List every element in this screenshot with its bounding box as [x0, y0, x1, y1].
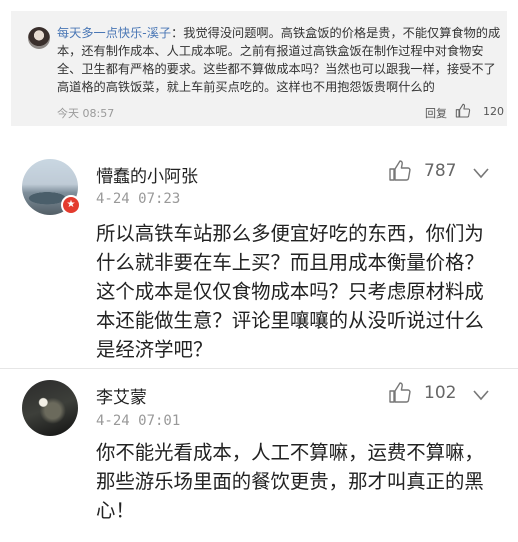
- comment-timestamp: 4-24 07:01: [96, 413, 181, 429]
- quoted-timestamp: 今天 08:57: [57, 107, 115, 120]
- comment-author[interactable]: 懵蠢的小阿张: [96, 162, 198, 187]
- thumbs-up-icon[interactable]: [455, 103, 471, 119]
- thumbs-up-icon[interactable]: [388, 381, 412, 405]
- reply-button[interactable]: 回复: [425, 105, 447, 121]
- comment-item: ★ 懵蠢的小阿张 4-24 07:23 787 所以高铁车站那么多便宜好吃的东西…: [0, 150, 518, 366]
- quoted-like-count: 120: [483, 105, 504, 118]
- thumbs-up-icon[interactable]: [388, 159, 412, 183]
- like-count: 787: [424, 161, 457, 181]
- quoted-comment: 每天多一点快乐-溪子：我觉得没问题啊。高铁盒饭的价格是贵，不能仅算食物的成本，还…: [11, 11, 507, 126]
- avatar[interactable]: [22, 380, 78, 436]
- comment-timestamp: 4-24 07:23: [96, 191, 181, 207]
- like-count: 102: [424, 383, 457, 403]
- verified-badge: ★: [61, 195, 81, 215]
- chevron-down-icon[interactable]: [472, 167, 490, 179]
- chevron-down-icon[interactable]: [472, 389, 490, 401]
- comment-item: 李艾蒙 4-24 07:01 102 你不能光看成本，人工不算嘛，运费不算嘛，那…: [0, 375, 518, 542]
- comment-text: 所以高铁车站那么多便宜好吃的东西，你们为什么就非要在车上买？而且用成本衡量价格？…: [96, 222, 484, 361]
- quoted-text-block: 每天多一点快乐-溪子：我觉得没问题啊。高铁盒饭的价格是贵，不能仅算食物的成本，还…: [57, 24, 501, 96]
- comment-text: 你不能光看成本，人工不算嘛，运费不算嘛，那些游乐场里面的餐饮更贵，那才叫真正的黑…: [96, 441, 484, 522]
- comment-author[interactable]: 李艾蒙: [96, 383, 147, 408]
- quoted-avatar[interactable]: [28, 27, 50, 49]
- divider: [0, 368, 518, 369]
- quoted-author-link[interactable]: 每天多一点快乐-溪子: [57, 26, 171, 40]
